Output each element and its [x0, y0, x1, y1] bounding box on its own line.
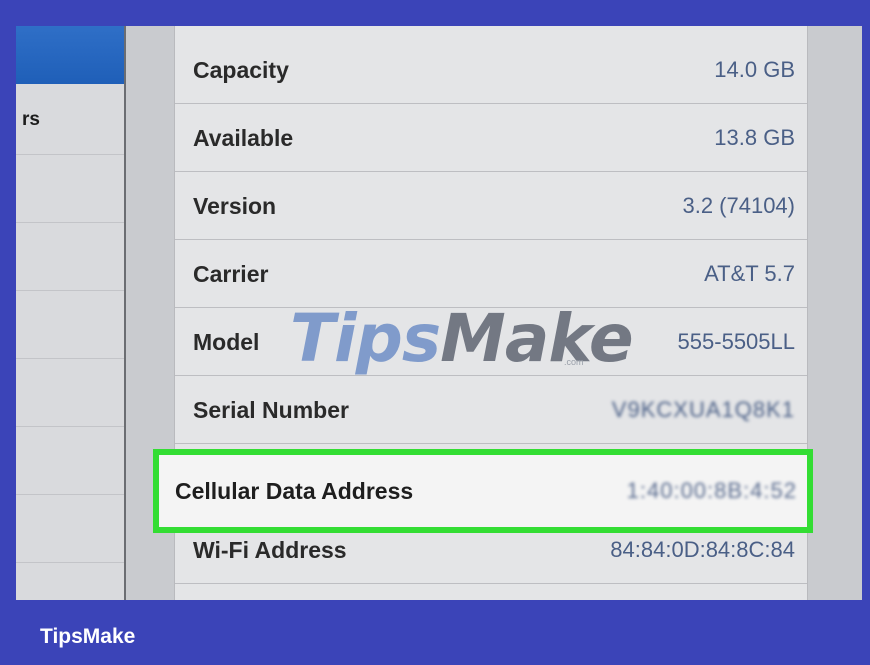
- about-row-carrier: Carrier AT&T 5.7: [175, 240, 807, 308]
- row-value: AT&T 5.7: [704, 261, 795, 286]
- watermark-com: .com: [564, 357, 584, 367]
- row-value: 13.8 GB: [714, 125, 795, 150]
- row-value: 14.0 GB: [714, 57, 795, 82]
- sidebar-divider: [16, 426, 124, 427]
- row-label: Carrier: [193, 261, 269, 287]
- footer-brand: TipsMake: [40, 625, 136, 648]
- row-value-redacted: V9KCXUA1Q8K1: [611, 397, 795, 422]
- row-label: Cellular Data Address: [175, 478, 414, 504]
- sidebar-divider: [16, 494, 124, 495]
- about-row-serial-number: Serial Number V9KCXUA1Q8K1: [175, 376, 807, 444]
- sidebar-divider: [16, 562, 124, 563]
- sidebar-item-selected[interactable]: [16, 26, 124, 84]
- about-row-version: Version 3.2 (74104): [175, 172, 807, 240]
- about-row-available: Available 13.8 GB: [175, 104, 807, 172]
- row-label: Available: [193, 125, 294, 151]
- row-value: 3.2 (74104): [682, 193, 795, 218]
- watermark-tips: Tips: [290, 300, 441, 377]
- row-label: Serial Number: [193, 397, 349, 423]
- sidebar-divider: [16, 154, 124, 155]
- row-label: Version: [193, 193, 277, 219]
- sidebar-divider: [16, 290, 124, 291]
- row-value-redacted: 1:40:00:8B:4:52: [626, 478, 797, 503]
- about-row-capacity: Capacity 14.0 GB: [175, 36, 807, 104]
- sidebar-divider: [16, 358, 124, 359]
- sidebar-divider: [16, 222, 124, 223]
- row-label: Capacity: [193, 57, 289, 83]
- watermark-make: Make: [440, 300, 634, 377]
- row-value: 555-5505LL: [677, 329, 795, 354]
- row-label: Model: [193, 329, 260, 355]
- sidebar-item-label: rs: [22, 109, 40, 130]
- highlighted-row-cellular-data-address: Cellular Data Address 1:40:00:8B:4:52: [153, 449, 813, 533]
